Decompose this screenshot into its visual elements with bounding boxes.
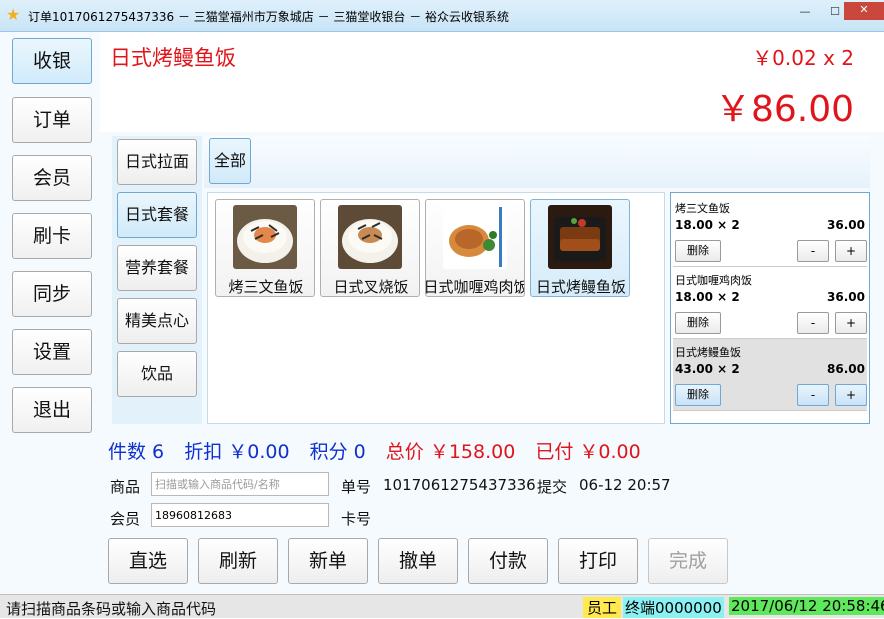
member-label: 会员 (110, 510, 141, 528)
submit-time: 06-12 20:57 (579, 476, 671, 494)
increase-button[interactable]: + (835, 384, 867, 406)
pay-button[interactable]: 付款 (468, 538, 548, 584)
discount-amount: 折扣 ￥0.00 (184, 441, 290, 463)
cart-item-name: 烤三文鱼饭 (675, 202, 730, 215)
status-message: 请扫描商品条码或输入商品代码 (6, 600, 217, 618)
subcategory-bar: 全部 (204, 136, 870, 188)
current-item-price: ￥0.02 x 2 (752, 46, 854, 70)
eel-rice-icon (548, 205, 612, 269)
paid-amount: 已付 ￥0.00 (535, 441, 641, 463)
sidebar-item-card[interactable]: 刷卡 (12, 213, 92, 259)
sidebar-item-settings[interactable]: 设置 (12, 329, 92, 375)
item-count: 件数 6 (108, 441, 165, 463)
cart-item-name: 日式烤鳗鱼饭 (675, 346, 741, 359)
sidebar-item-exit[interactable]: 退出 (12, 387, 92, 433)
current-item-panel: 日式烤鳗鱼饭 ￥0.02 x 2 ￥86.00 (100, 32, 884, 132)
current-item-name: 日式烤鳗鱼饭 (110, 46, 236, 70)
order-no-label: 单号 (341, 478, 372, 496)
points-value: 积分 0 (309, 441, 366, 463)
category-set-meal[interactable]: 日式套餐 (117, 192, 197, 238)
datetime-badge: 2017/06/12 20:58:46 (729, 597, 884, 615)
order-no-value: 1017061275437336 (383, 476, 536, 494)
cart-item[interactable]: 日式烤鳗鱼饭 43.00 × 2 86.00 删除 - + (673, 339, 867, 411)
cart-item-qty: 43.00 × 2 (675, 362, 740, 376)
product-name: 烤三文鱼饭 (228, 278, 304, 296)
current-item-total: ￥86.00 (714, 89, 854, 130)
sidebar-item-orders[interactable]: 订单 (12, 97, 92, 143)
product-name: 日式烤鳗鱼饭 (535, 278, 626, 296)
cart-item[interactable]: 烤三文鱼饭 18.00 × 2 36.00 删除 - + (673, 195, 867, 267)
order-summary: 件数 6 折扣 ￥0.00 积分 0 总价 ￥158.00 已付 ￥0.00 (108, 437, 655, 463)
product-name: 日式咖喱鸡肉饭 (425, 278, 525, 296)
increase-button[interactable]: + (835, 240, 867, 262)
member-input[interactable] (151, 503, 329, 527)
decrease-button[interactable]: - (797, 384, 829, 406)
terminal-badge: 终端0000000 (623, 597, 724, 618)
product-name: 日式叉烧饭 (333, 278, 409, 296)
sidebar-item-cashier[interactable]: 收银 (12, 38, 92, 84)
category-ramen[interactable]: 日式拉面 (117, 139, 197, 185)
new-order-button[interactable]: 新单 (288, 538, 368, 584)
increase-button[interactable]: + (835, 312, 867, 334)
cart-item-name: 日式咖喱鸡肉饭 (675, 274, 752, 287)
cart-item-sum: 86.00 (827, 362, 865, 376)
main-area: 收银 订单 会员 刷卡 同步 设置 退出 日式烤鳗鱼饭 ￥0.02 x 2 ￥8… (0, 32, 884, 594)
product-tile[interactable]: 烤三文鱼饭 (215, 199, 315, 297)
minimize-button[interactable]: — (792, 4, 818, 20)
cart-list: 烤三文鱼饭 18.00 × 2 36.00 删除 - + 日式咖喱鸡肉饭 18.… (670, 192, 870, 424)
product-tile[interactable]: 日式叉烧饭 (320, 199, 420, 297)
category-snacks[interactable]: 精美点心 (117, 298, 197, 344)
direct-select-button[interactable]: 直选 (108, 538, 188, 584)
cancel-order-button[interactable]: 撤单 (378, 538, 458, 584)
category-list: 日式拉面 日式套餐 营养套餐 精美点心 饮品 (112, 136, 202, 424)
category-nutrition-set[interactable]: 营养套餐 (117, 245, 197, 291)
product-tile[interactable]: 日式烤鳗鱼饭 (530, 199, 630, 297)
product-search-input[interactable] (151, 472, 329, 496)
product-tile[interactable]: 日式咖喱鸡肉饭 (425, 199, 525, 297)
category-drinks[interactable]: 饮品 (117, 351, 197, 397)
card-no-label: 卡号 (341, 510, 372, 528)
close-button[interactable]: ✕ (844, 2, 884, 20)
decrease-button[interactable]: - (797, 312, 829, 334)
sidebar-item-members[interactable]: 会员 (12, 155, 92, 201)
product-label: 商品 (110, 478, 141, 496)
refresh-button[interactable]: 刷新 (198, 538, 278, 584)
product-grid: 烤三文鱼饭 日式叉烧饭 日式咖喱鸡肉饭 日式烤鳗鱼饭 (207, 192, 665, 424)
complete-button: 完成 (648, 538, 728, 584)
subcategory-all[interactable]: 全部 (209, 138, 251, 184)
window-title: 订单1017061275437336 － 三猫堂福州市万象城店 － 三猫堂收银台… (28, 10, 510, 24)
cart-item-qty: 18.00 × 2 (675, 218, 740, 232)
submit-label: 提交 (537, 478, 568, 496)
sidebar-item-sync[interactable]: 同步 (12, 271, 92, 317)
total-price: 总价 ￥158.00 (385, 441, 516, 463)
salmon-rice-bowl-icon (233, 205, 297, 269)
cart-item-qty: 18.00 × 2 (675, 290, 740, 304)
cart-item-sum: 36.00 (827, 290, 865, 304)
cart-item[interactable]: 日式咖喱鸡肉饭 18.00 × 2 36.00 删除 - + (673, 267, 867, 339)
cart-item-sum: 36.00 (827, 218, 865, 232)
curry-chicken-rice-icon (443, 205, 507, 269)
title-bar: ★ 订单1017061275437336 － 三猫堂福州市万象城店 － 三猫堂收… (0, 0, 884, 32)
staff-badge: 员工 (583, 597, 622, 618)
chashu-rice-bowl-icon (338, 205, 402, 269)
delete-button[interactable]: 删除 (675, 312, 721, 334)
print-button[interactable]: 打印 (558, 538, 638, 584)
app-star-icon: ★ (6, 5, 21, 24)
decrease-button[interactable]: - (797, 240, 829, 262)
status-bar: 请扫描商品条码或输入商品代码 员工 终端0000000 2017/06/12 2… (0, 594, 884, 618)
delete-button[interactable]: 删除 (675, 240, 721, 262)
delete-button[interactable]: 删除 (675, 384, 721, 406)
